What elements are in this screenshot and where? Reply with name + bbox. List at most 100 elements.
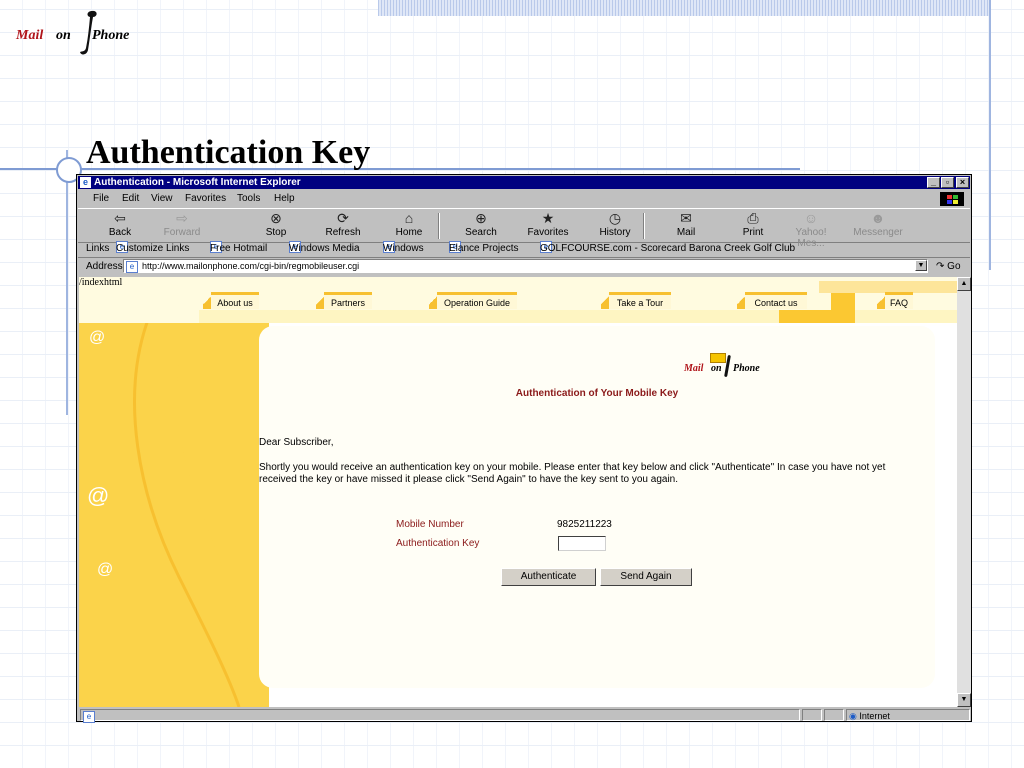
status-zone-cell: ◉ Internet <box>846 709 970 721</box>
ie-icon: e <box>80 177 91 188</box>
browser-window: e Authentication - Microsoft Internet Ex… <box>76 174 972 723</box>
toolbar-forward-button[interactable]: ⇨ Forward <box>152 210 212 241</box>
favorites-icon: ★ <box>541 210 555 226</box>
link-label: GOLFCOURSE.com - Scorecard Barona Creek … <box>540 243 796 254</box>
instructions-text: Shortly you would receive an authenticat… <box>259 462 886 485</box>
minimize-button[interactable]: _ <box>927 177 940 188</box>
address-dropdown-button[interactable]: ▼ <box>915 260 927 271</box>
toolbar-yahoo-mes-button[interactable]: ☺ Yahoo! Mes... <box>781 210 841 249</box>
link-label: Elance Projects <box>449 243 519 254</box>
print-icon: ⎙ <box>747 210 759 226</box>
nav-about-us[interactable]: About us <box>203 292 259 309</box>
menu-file[interactable]: File <box>93 190 109 208</box>
mobile-number-label: Mobile Number <box>396 519 464 530</box>
nav-take-a-tour[interactable]: Take a Tour <box>601 292 671 309</box>
auth-key-input[interactable] <box>558 536 606 551</box>
toolbar-label: Search <box>465 227 497 238</box>
content-panel: Mail on Phone Authentication of Your Mob… <box>259 326 935 688</box>
slide-title: Authentication Key <box>86 134 371 171</box>
messenger-icon: ☺ <box>803 210 819 226</box>
toolbar-label: Refresh <box>325 227 361 238</box>
toolbar-stop-button[interactable]: ⊗ Stop <box>246 210 306 241</box>
slide-decor-line <box>989 0 991 270</box>
toolbar-separator <box>643 213 645 239</box>
toolbar: ⇦ Back ⇨ Forward ⊗ Stop ⟳ Refresh ⌂ Home ⊕ Search ★ F… <box>78 208 970 249</box>
status-zone: Internet <box>859 711 890 721</box>
link-label: Windows Media <box>289 243 360 254</box>
nav-operation-guide[interactable]: Operation Guide <box>429 292 517 309</box>
toolbar-label: Favorites <box>527 227 569 238</box>
scroll-down-button[interactable]: ▼ <box>957 693 971 707</box>
toolbar-label: Messenger <box>853 227 903 238</box>
history-icon: ◷ <box>608 210 622 226</box>
envelope-icon <box>710 353 726 363</box>
at-symbol-icon: @ <box>97 561 114 578</box>
logo-word-phone: Phone <box>92 28 130 43</box>
toolbar-back-button[interactable]: ⇦ Back <box>90 210 150 241</box>
page-decor-block <box>779 310 831 323</box>
menu-view[interactable]: View <box>151 190 173 208</box>
page-url-text: /indexhtml <box>79 277 123 288</box>
nav-partners[interactable]: Partners <box>316 292 372 309</box>
mailonphone-logo: Mail on Phone <box>684 353 774 379</box>
toolbar-home-button[interactable]: ⌂ Home <box>379 210 439 241</box>
mobile-number-value: 9825211223 <box>557 519 612 530</box>
toolbar-search-button[interactable]: ⊕ Search <box>451 210 511 241</box>
address-input[interactable]: e http://www.mailonphone.com/cgi-bin/reg… <box>123 259 928 273</box>
send-again-button[interactable]: Send Again <box>600 568 692 586</box>
status-cell <box>802 709 822 721</box>
links-bar: Links e Customize Links e Free Hotmail e Wi… <box>78 241 970 258</box>
toolbar-label: Print <box>742 227 764 238</box>
menu-favorites[interactable]: Favorites <box>185 190 226 208</box>
greeting-text: Dear Subscriber, <box>259 437 334 448</box>
ie-page-icon: e <box>83 710 95 723</box>
nav-contact-us[interactable]: Contact us <box>737 292 807 309</box>
refresh-icon: ⟳ <box>337 210 349 226</box>
windows-logo-icon <box>940 192 964 206</box>
toolbar-separator <box>438 213 440 239</box>
at-symbol-icon: @ <box>89 329 106 346</box>
toolbar-refresh-button[interactable]: ⟳ Refresh <box>313 210 373 241</box>
stop-icon: ⊗ <box>270 210 282 226</box>
globe-icon: ◉ <box>849 711 857 721</box>
messenger-person-icon: ☻ <box>870 210 886 226</box>
address-bar: Address e http://www.mailonphone.com/cgi… <box>78 258 970 275</box>
address-label: Address <box>86 261 123 272</box>
ie-page-icon: e <box>126 261 138 273</box>
title-bar: e Authentication - Microsoft Internet Ex… <box>78 176 970 189</box>
mail-icon: ✉ <box>680 210 692 226</box>
toolbar-print-button[interactable]: ⎙ Print <box>723 210 783 241</box>
toolbar-label: Home <box>395 227 423 238</box>
toolbar-mail-button[interactable]: ✉ Mail <box>656 210 716 241</box>
scroll-up-button[interactable]: ▲ <box>957 277 971 291</box>
menu-edit[interactable]: Edit <box>122 190 139 208</box>
page-content: /indexhtml About us Partners Operation G… <box>79 277 957 707</box>
toolbar-messenger-button[interactable]: ☻ Messenger <box>848 210 908 241</box>
logo-word-mail: Mail <box>16 28 44 43</box>
window-title: Authentication - Microsoft Internet Expl… <box>94 177 301 188</box>
status-cell <box>824 709 844 721</box>
maximize-button[interactable]: ▫ <box>941 177 954 188</box>
at-symbol-icon: @ <box>87 483 110 508</box>
authenticate-button[interactable]: Authenticate <box>501 568 596 586</box>
back-arrow-icon: ⇦ <box>114 210 126 226</box>
close-button[interactable]: × <box>956 177 969 188</box>
toolbar-label: History <box>599 227 631 238</box>
menu-tools[interactable]: Tools <box>237 190 260 208</box>
link-label: Free Hotmail <box>210 243 268 254</box>
nav-faq[interactable]: FAQ <box>877 292 913 309</box>
search-icon: ⊕ <box>475 210 487 226</box>
toolbar-label: Back <box>108 227 132 238</box>
go-button[interactable]: ↷ Go <box>936 258 961 275</box>
go-arrow-icon: ↷ <box>936 261 945 272</box>
logo-word-mail: Mail <box>684 363 704 374</box>
menu-help[interactable]: Help <box>274 190 295 208</box>
vertical-scrollbar[interactable]: ▲ ▼ <box>957 277 971 707</box>
toolbar-favorites-button[interactable]: ★ Favorites <box>518 210 578 241</box>
page-heading: Authentication of Your Mobile Key <box>515 388 679 399</box>
home-icon: ⌂ <box>404 210 414 226</box>
logo-word-on: on <box>711 363 722 374</box>
links-label: Links <box>86 243 110 254</box>
go-label: Go <box>947 261 961 272</box>
toolbar-history-button[interactable]: ◷ History <box>585 210 645 241</box>
